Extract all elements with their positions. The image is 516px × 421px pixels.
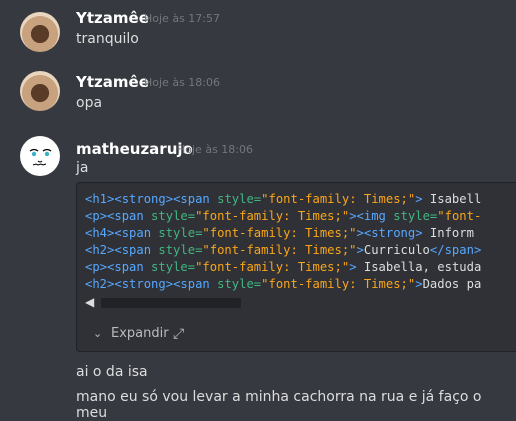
avatar[interactable] (20, 136, 60, 176)
code-line: <h4><span style="font-family: Times;"><s… (85, 226, 474, 240)
horizontal-scrollbar[interactable]: ◀ (85, 295, 516, 309)
expand-label: Expandir (111, 326, 169, 341)
code-line: <p><span style="font-family: Times;"> Is… (85, 260, 482, 274)
timestamp: Hoje às 17:57 (144, 12, 220, 25)
expand-arrows-icon[interactable]: ⤢ (173, 326, 184, 342)
message-text: opa (76, 95, 103, 111)
code-line: <h2><strong><span style="font-family: Ti… (85, 277, 482, 291)
avatar[interactable] (20, 71, 60, 111)
message-text: mano eu só vou levar a minha cachorra na… (76, 389, 482, 421)
code-content[interactable]: <h1><strong><span style="font-family: Ti… (85, 191, 516, 293)
face-drawing-icon (21, 137, 59, 175)
chevron-down-icon: ⌄ (93, 327, 103, 340)
username[interactable]: matheuzarujo (76, 140, 193, 158)
timestamp: Hoje às 18:06 (144, 76, 220, 89)
username[interactable]: Ytzamêe (76, 73, 149, 91)
message-text: tranquilo (76, 31, 139, 47)
scroll-left-icon[interactable]: ◀ (85, 295, 94, 309)
message-text: ja (76, 160, 89, 176)
message-text: ai o da isa (76, 364, 148, 380)
code-block: <h1><strong><span style="font-family: Ti… (76, 182, 516, 352)
timestamp: Hoje às 18:06 (177, 143, 253, 156)
scrollbar-thumb[interactable] (101, 298, 241, 308)
avatar[interactable] (20, 12, 60, 52)
code-line: <h1><strong><span style="font-family: Ti… (85, 192, 482, 206)
code-line: <p><span style="font-family: Times;"><im… (85, 209, 482, 223)
username[interactable]: Ytzamêe (76, 9, 149, 27)
code-line: <h2><span style="font-family: Times;">Cu… (85, 243, 482, 257)
expand-button[interactable]: ⌄ Expandir (93, 326, 169, 341)
